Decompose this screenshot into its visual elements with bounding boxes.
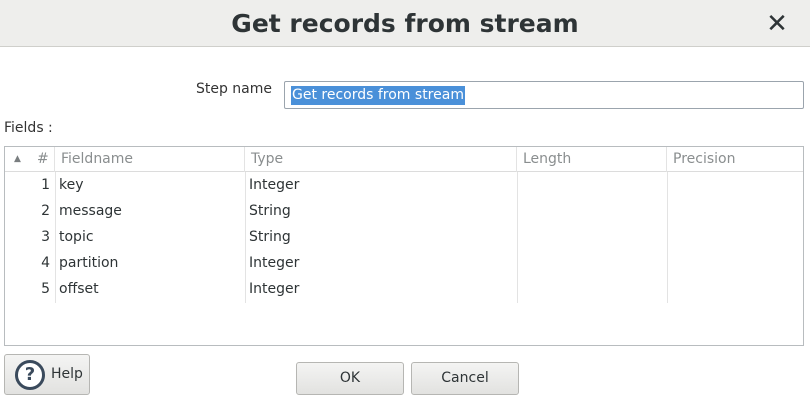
cell-precision[interactable] [667,198,803,224]
cell-precision[interactable] [667,224,803,250]
cancel-button[interactable]: Cancel [411,362,519,395]
help-button-label: Help [51,366,83,382]
dialog-title: Get records from stream [231,9,579,38]
step-name-value: Get records from stream [291,86,465,105]
cell-fieldname[interactable]: key [55,172,245,198]
table-row[interactable]: 1 key Integer [5,172,803,198]
column-header-fieldname[interactable]: Fieldname [55,147,245,172]
cell-precision[interactable] [667,250,803,276]
column-header-num-label: # [37,151,49,167]
help-icon: ? [15,360,45,390]
cell-fieldname[interactable]: message [55,198,245,224]
ok-button[interactable]: OK [296,362,404,395]
table-row[interactable]: 5 offset Integer [5,276,803,302]
cell-precision[interactable] [667,276,803,302]
cell-type[interactable]: String [245,198,517,224]
fields-table[interactable]: ▲ # Fieldname Type Length Precision 1 ke… [4,146,804,346]
cell-fieldname[interactable]: partition [55,250,245,276]
table-row[interactable]: 3 topic String [5,224,803,250]
step-name-label: Step name [195,81,272,97]
sort-up-icon: ▲ [14,154,21,164]
cell-fieldname[interactable]: offset [55,276,245,302]
cell-length[interactable] [517,172,667,198]
cell-length[interactable] [517,198,667,224]
row-number: 1 [41,177,50,193]
cell-fieldname[interactable]: topic [55,224,245,250]
column-header-num[interactable]: ▲ # [5,147,55,172]
table-row[interactable]: 4 partition Integer [5,250,803,276]
column-header-precision[interactable]: Precision [667,147,803,172]
dialog-titlebar: Get records from stream ✕ [0,0,810,47]
fields-label: Fields : [4,120,53,136]
cell-precision[interactable] [667,172,803,198]
cell-length[interactable] [517,224,667,250]
table-row[interactable]: 2 message String [5,198,803,224]
row-number: 5 [41,281,50,297]
cell-type[interactable]: Integer [245,250,517,276]
close-icon[interactable]: ✕ [760,8,794,40]
cell-type[interactable]: Integer [245,276,517,302]
row-number: 2 [41,203,50,219]
help-button[interactable]: ? Help [4,354,90,395]
cell-type[interactable]: String [245,224,517,250]
row-number: 4 [41,255,50,271]
cell-length[interactable] [517,250,667,276]
cell-length[interactable] [517,276,667,302]
row-number: 3 [41,229,50,245]
table-header: ▲ # Fieldname Type Length Precision [5,147,803,172]
column-header-length[interactable]: Length [517,147,667,172]
column-header-type[interactable]: Type [245,147,517,172]
cell-type[interactable]: Integer [245,172,517,198]
